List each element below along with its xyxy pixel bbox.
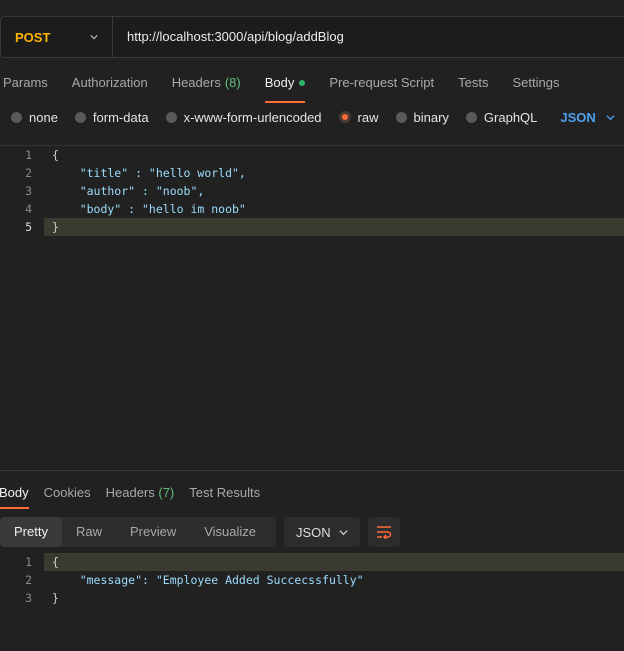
headers-count-badge: (8) [224, 75, 241, 90]
code-text: { [52, 148, 59, 162]
line-number: 4 [25, 202, 32, 216]
code-line: 3 } [0, 589, 624, 607]
response-body-viewer: 1 { 2 "message": "Employee Added Succecs… [0, 553, 624, 613]
radio-circle [395, 111, 407, 123]
tab-tests[interactable]: Tests [458, 70, 488, 96]
response-view-selector: Pretty Raw Preview Visualize [0, 517, 276, 547]
tab-authorization[interactable]: Authorization [72, 70, 148, 96]
tab-authorization-label: Authorization [71, 75, 148, 90]
code-text: "author" : "noob", [52, 184, 205, 198]
response-tab-body[interactable]: Body [0, 484, 29, 509]
radio-graphql[interactable]: GraphQL [465, 109, 538, 125]
line-number: 3 [25, 184, 32, 198]
view-pretty-button[interactable]: Pretty [0, 517, 62, 547]
tab-headers[interactable]: Headers (8) [172, 70, 241, 96]
line-number: 2 [25, 166, 32, 180]
radio-none[interactable]: none [11, 110, 58, 125]
radio-form-data-label: form-data [92, 109, 149, 125]
response-headers-label: Headers [105, 485, 155, 500]
current-line-highlight [44, 553, 624, 571]
line-number: 1 [25, 148, 32, 162]
response-tab-headers[interactable]: Headers (7) [106, 484, 175, 502]
tab-settings-label: Settings [512, 75, 560, 90]
code-line: 3 "author" : "noob", [0, 182, 624, 200]
radio-circle [165, 111, 177, 123]
radio-circle [11, 111, 22, 123]
tab-body[interactable]: Body [264, 70, 306, 103]
radio-graphql-label: GraphQL [483, 109, 538, 125]
tab-pre-request-label: Pre-request Script [329, 75, 435, 90]
code-text: } [52, 591, 59, 605]
tab-body-label: Body [264, 75, 295, 90]
view-preview-button[interactable]: Preview [116, 517, 190, 547]
code-line: 2 "message": "Employee Added Succecssful… [0, 571, 624, 589]
code-line: 2 "title" : "hello world", [0, 164, 624, 182]
body-type-options: none form-data x-www-form-urlencoded raw… [11, 108, 615, 126]
language-select[interactable]: JSON [560, 109, 615, 125]
current-line-highlight [44, 218, 624, 236]
wrap-lines-button[interactable] [368, 517, 400, 547]
tab-params[interactable]: Params [3, 70, 48, 96]
code-line-current: 5 } [0, 218, 624, 236]
chevron-down-icon [339, 529, 348, 535]
code-text: "message": "Employee Added Succecssfully… [52, 573, 364, 587]
line-number: 5 [25, 220, 32, 234]
radio-binary-label: binary [413, 109, 449, 125]
radio-circle-selected [338, 111, 351, 123]
tab-headers-label: Headers [171, 75, 221, 90]
radio-circle [465, 111, 477, 123]
body-modified-dot [299, 80, 306, 86]
code-line: 1 { [0, 146, 624, 164]
response-headers-count: (7) [158, 485, 175, 500]
request-body-editor[interactable]: 1 { 2 "title" : "hello world", 3 "author… [0, 146, 624, 466]
line-number: 2 [25, 573, 32, 587]
method-select[interactable]: POST [1, 17, 113, 57]
method-label: POST [15, 29, 51, 45]
radio-binary[interactable]: binary [395, 109, 449, 125]
code-text: { [52, 555, 59, 569]
language-label: JSON [560, 109, 596, 125]
chevron-down-icon [606, 114, 615, 120]
radio-none-label: none [29, 109, 58, 125]
code-line: 4 "body" : "hello im noob" [0, 200, 624, 218]
code-text: "title" : "hello world", [52, 166, 246, 180]
radio-circle [74, 111, 86, 123]
response-tab-cookies[interactable]: Cookies [44, 484, 91, 502]
url-bar: POST http://localhost:3000/api/blog/addB… [0, 16, 624, 58]
radio-raw[interactable]: raw [338, 109, 379, 125]
chevron-down-icon [90, 35, 98, 40]
view-visualize-button[interactable]: Visualize [190, 517, 270, 547]
radio-urlencoded-label: x-www-form-urlencoded [183, 109, 322, 125]
code-text: "body" : "hello im noob" [52, 202, 246, 216]
request-tabs: Params Authorization Headers (8) Body Pre… [3, 70, 583, 103]
radio-urlencoded[interactable]: x-www-form-urlencoded [165, 109, 322, 125]
tab-pre-request-script[interactable]: Pre-request Script [329, 70, 434, 96]
tab-tests-label: Tests [458, 75, 489, 90]
response-tabs: Body Cookies Headers (7) Test Results [0, 484, 275, 509]
tab-params-label: Params [3, 75, 48, 90]
radio-raw-label: raw [357, 109, 379, 125]
line-number: 1 [25, 555, 32, 569]
url-input[interactable]: http://localhost:3000/api/blog/addBlog [127, 17, 344, 57]
code-line-current: 1 { [0, 553, 624, 571]
tab-settings[interactable]: Settings [512, 70, 559, 96]
code-text: } [52, 220, 59, 234]
line-number: 3 [25, 591, 32, 605]
radio-form-data[interactable]: form-data [74, 109, 149, 125]
response-tab-test-results[interactable]: Test Results [189, 484, 260, 502]
response-format-select[interactable]: JSON [284, 517, 360, 547]
pane-resize-handle[interactable] [0, 470, 624, 471]
view-raw-button[interactable]: Raw [62, 517, 116, 547]
response-format-label: JSON [296, 524, 331, 540]
wrap-lines-icon [377, 526, 392, 539]
